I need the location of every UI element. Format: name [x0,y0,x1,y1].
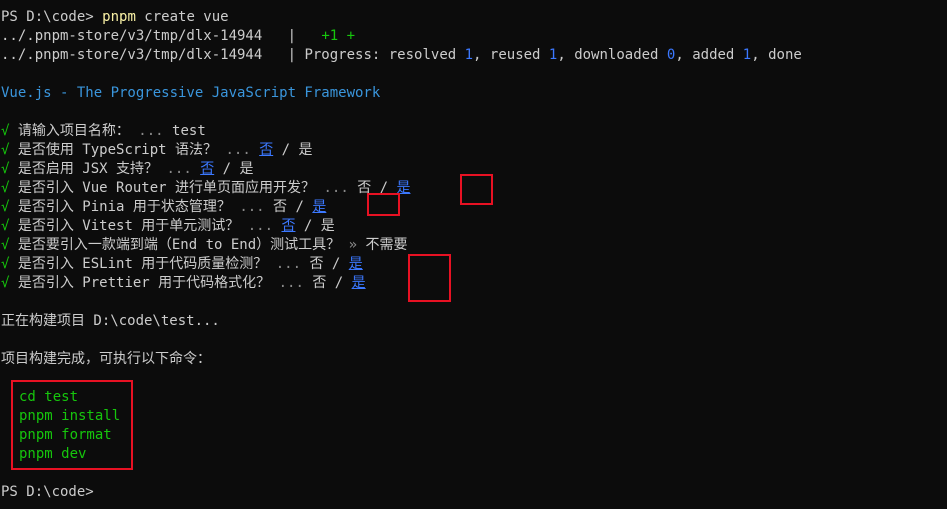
question-text: 是否引入 Vue Router 进行单页面应用开发？ [17,180,316,196]
vue-banner: Vue.js - The Progressive JavaScript Fram… [1,85,381,101]
pnpm-output-line: ../.pnpm-store/v3/tmp/dlx-14944 | +1 + [1,27,355,46]
highlight-box-pinia [367,193,400,216]
option-no: 否 [312,275,327,291]
question-line: √ 是否引入 ESLint 用于代码质量检测？ ... 否 / 是 [1,255,363,274]
question-text: 请输入项目名称： [17,123,130,139]
question-text: 是否引入 ESLint 用于代码质量检测？ [17,256,268,272]
option-no: 否 [273,199,288,215]
option-yes: 是 [239,161,254,177]
command-name: pnpm [102,9,136,25]
option-no: 否 [259,142,274,158]
prompt-dots: ... [217,142,260,158]
added-count: +1 [321,28,339,44]
separator: | [262,28,322,44]
prompt-dots: ... [129,123,173,139]
store-path: ../.pnpm-store/v3/tmp/dlx-14944 [1,47,263,63]
answer-text: 不需要 [365,237,408,253]
question-text: 是否使用 TypeScript 语法？ [17,142,218,158]
prompt-dots: ... [315,180,358,196]
check-icon: √ [1,199,10,215]
resolved-count: 1 [464,47,474,63]
separator: | [262,47,305,63]
progress-text: , downloaded [557,47,667,63]
check-icon: √ [1,142,10,158]
question-line: √ 是否使用 TypeScript 语法？ ... 否 / 是 [1,141,312,160]
question-line: √ 是否引入 Vue Router 进行单页面应用开发？ ... 否 / 是 [1,179,410,198]
progress-text: Progress: resolved [304,47,465,63]
terminal-window[interactable]: PS D:\code> pnpm create vue ../.pnpm-sto… [0,0,947,509]
option-yes: 是 [320,218,335,234]
check-icon: √ [1,237,10,253]
check-icon: √ [1,123,10,139]
question-text: 是否引入 Pinia 用于状态管理？ [17,199,231,215]
option-no: 否 [200,161,215,177]
question-text: 是否引入 Prettier 用于代码格式化？ [17,275,271,291]
question-line: √ 是否启用 JSX 支持？ ... 否 / 是 [1,160,253,179]
highlight-box-commands [11,380,133,470]
option-yes: 是 [312,199,327,215]
option-yes: 是 [298,142,313,158]
command-line: PS D:\code> pnpm create vue [1,8,229,27]
highlight-box-eslint-prettier [408,254,451,302]
option-slash: / [295,218,321,234]
option-yes: 是 [348,256,363,272]
prompt: PS D:\code> [1,9,103,25]
option-slash: / [287,199,313,215]
question-line: √ 是否引入 Pinia 用于状态管理？ ... 否 / 是 [1,198,326,217]
highlight-box-router [460,174,493,205]
build-complete-message: 项目构建完成，可执行以下命令： [1,351,211,367]
prompt-dots: ... [158,161,201,177]
progress-text: , reused [473,47,549,63]
check-icon: √ [1,180,10,196]
option-no: 否 [309,256,324,272]
added-bar: + [338,28,356,44]
progress-text: , added [675,47,743,63]
question-text: 是否要引入一款端到端（End to End）测试工具？ [17,237,341,253]
check-icon: √ [1,218,10,234]
option-slash: / [326,275,352,291]
question-text: 是否引入 Vitest 用于单元测试？ [17,218,240,234]
final-prompt[interactable]: PS D:\code> [1,483,94,502]
check-icon: √ [1,161,10,177]
question-line: √ 是否引入 Prettier 用于代码格式化？ ... 否 / 是 [1,274,366,293]
store-path: ../.pnpm-store/v3/tmp/dlx-14944 [1,28,263,44]
prompt-dots: ... [239,218,282,234]
prompt-dots: ... [270,275,313,291]
added-total: 1 [742,47,752,63]
prompt-dots: ... [230,199,274,215]
answer-text: test [172,123,206,139]
option-slash: / [214,161,240,177]
pnpm-progress-line: ../.pnpm-store/v3/tmp/dlx-14944 | Progre… [1,46,802,65]
prompt-arrow: » [340,237,366,253]
option-yes: 是 [351,275,366,291]
progress-text: , done [751,47,802,63]
question-line: √ 是否引入 Vitest 用于单元测试？ ... 否 / 是 [1,217,335,236]
option-no: 否 [281,218,296,234]
check-icon: √ [1,275,10,291]
option-slash: / [323,256,349,272]
building-status: 正在构建项目 D:\code\test... [1,313,220,329]
command-args: create vue [135,9,229,25]
question-line: √ 请输入项目名称： ... test [1,122,206,141]
question-text: 是否启用 JSX 支持？ [17,161,159,177]
question-line: √ 是否要引入一款端到端（End to End）测试工具？ » 不需要 [1,236,407,255]
prompt-dots: ... [267,256,310,272]
check-icon: √ [1,256,10,272]
option-slash: / [273,142,299,158]
